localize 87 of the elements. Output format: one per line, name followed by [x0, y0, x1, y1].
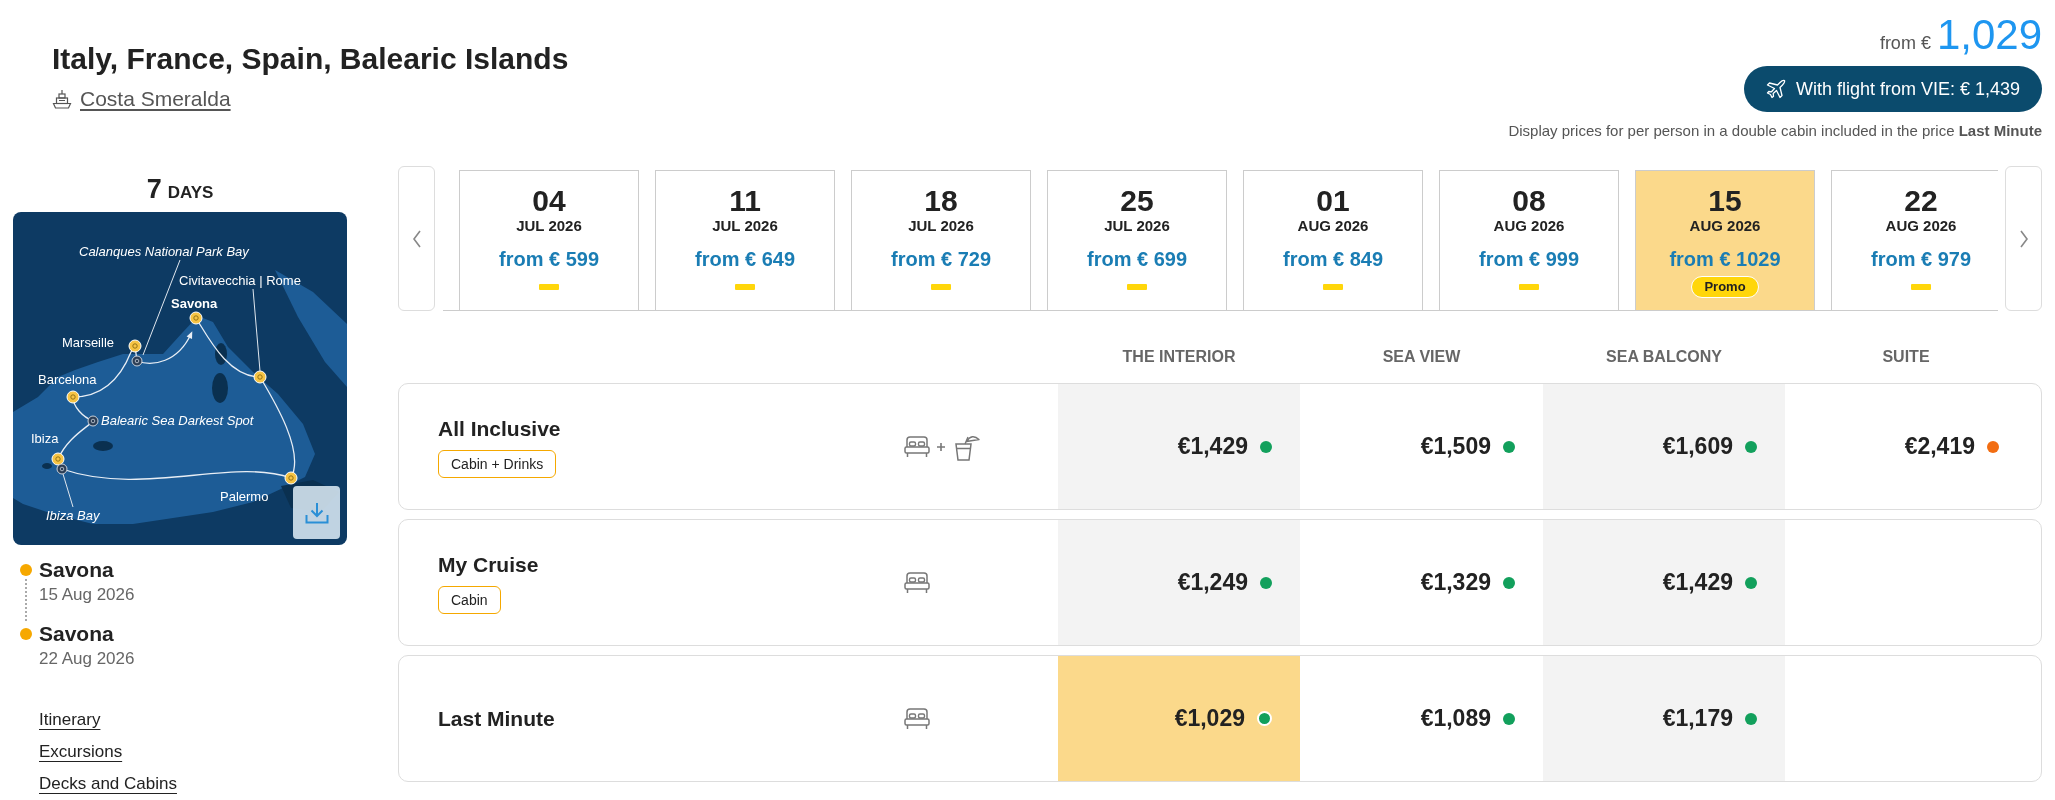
map-label: Savona: [171, 296, 218, 311]
download-button[interactable]: [293, 486, 340, 539]
map-label: Calanques National Park Bay: [79, 244, 249, 259]
island-drawing: [215, 343, 227, 365]
dash-icon: [1127, 284, 1147, 290]
date-card[interactable]: 04 JUL 2026 from € 599: [459, 170, 639, 310]
price-option[interactable]: €1,179: [1543, 656, 1785, 781]
price-option[interactable]: €1,429: [1543, 520, 1785, 645]
island-drawing: [93, 441, 113, 451]
dash-icon: [931, 284, 951, 290]
stop-marker-icon: [131, 355, 143, 367]
price-option[interactable]: €1,029: [1058, 656, 1300, 781]
package-tag: Cabin: [438, 585, 501, 614]
bed-icon: [904, 571, 930, 594]
duration-unit: DAYS: [167, 183, 214, 202]
price-amount: 1,029: [1936, 14, 2042, 56]
port-marker-icon: [253, 370, 267, 384]
bed-icon: [904, 435, 930, 458]
plus-icon: [936, 441, 946, 452]
map-label: Ibiza Bay: [46, 508, 100, 523]
price-option[interactable]: €1,609: [1543, 384, 1785, 509]
map-label: Palermo: [220, 489, 269, 504]
bed-icon: [904, 707, 930, 730]
price-option[interactable]: €1,509: [1300, 384, 1543, 509]
dash-icon: [1519, 284, 1539, 290]
dash-icon: [539, 284, 559, 290]
chevron-right-icon: [2018, 229, 2029, 248]
dash-icon: [1323, 284, 1343, 290]
map-label: Ibiza: [31, 431, 59, 446]
island-drawing: [42, 463, 52, 469]
promo-badge: Promo: [1691, 276, 1759, 298]
from-label: from €: [1879, 34, 1931, 52]
map-label: Barcelona: [38, 372, 97, 387]
price-option[interactable]: €2,419: [1785, 384, 2027, 509]
stop-date: 15 Aug 2026: [39, 584, 135, 606]
column-header: SUITE: [1881, 347, 1931, 367]
price-option[interactable]: €1,089: [1300, 656, 1543, 781]
flight-price-button[interactable]: With flight from VIE: € 1,439: [1743, 66, 2042, 112]
price-option[interactable]: €1,249: [1058, 520, 1300, 645]
previous-dates-button[interactable]: [398, 166, 435, 311]
fare-name: My Cruise: [438, 551, 539, 578]
chevron-left-icon: [411, 229, 422, 248]
section-link[interactable]: Decks and Cabins: [39, 773, 177, 795]
next-dates-button[interactable]: [2005, 166, 2042, 311]
stop-marker-icon: [87, 415, 99, 427]
price-option[interactable]: €1,429: [1058, 384, 1300, 509]
fare-name: All Inclusive: [438, 415, 561, 442]
column-header: SEA VIEW: [1381, 347, 1462, 367]
port-marker-icon: [189, 311, 203, 325]
map-label: Balearic Sea Darkest Spot: [101, 413, 254, 428]
timeline-dot-icon: [20, 628, 32, 640]
port-name: Savona: [39, 557, 115, 583]
leader-line: [62, 473, 74, 508]
plane-icon: [1765, 79, 1786, 99]
duration-number: 7: [146, 174, 162, 204]
price-note: Display prices for per person in a double cabin included in the price Last Minute: [1508, 122, 2042, 140]
dash-icon: [1911, 284, 1931, 290]
ship-link[interactable]: Costa Smeralda: [52, 86, 231, 112]
island-drawing: [212, 373, 228, 403]
section-link[interactable]: Itinerary: [39, 709, 101, 731]
ship-icon: [52, 89, 72, 109]
column-header: THE INTERIOR: [1121, 347, 1237, 367]
port-marker-icon: [128, 339, 142, 353]
map-label: Civitavecchia | Rome: [179, 273, 301, 288]
port-marker-icon: [66, 390, 80, 404]
column-header: SEA BALCONY: [1605, 347, 1723, 367]
port-marker-icon: [284, 471, 298, 485]
date-card[interactable]: 11 JUL 2026 from € 649: [655, 170, 835, 310]
section-link[interactable]: Excursions: [39, 741, 123, 763]
date-card[interactable]: 08 AUG 2026 from € 999: [1439, 170, 1619, 310]
date-card[interactable]: 25 JUL 2026 from € 699: [1047, 170, 1227, 310]
price-option[interactable]: €1,329: [1300, 520, 1543, 645]
date-card[interactable]: 22 AUG 2026 from € 979: [1831, 170, 1998, 310]
date-card[interactable]: 01 AUG 2026 from € 849: [1243, 170, 1423, 310]
package-tag: Cabin + Drinks: [438, 449, 557, 478]
cruise-title: Italy, France, Spain, Balearic Islands: [52, 42, 569, 76]
stop-marker-icon: [56, 463, 68, 475]
dash-icon: [735, 284, 755, 290]
port-marker-icon: [51, 452, 65, 466]
date-card[interactable]: 15 AUG 2026 from € 1029 Promo: [1635, 170, 1815, 310]
port-name: Savona: [39, 621, 115, 647]
stop-date: 22 Aug 2026: [39, 648, 135, 670]
date-card[interactable]: 18 JUL 2026 from € 729: [851, 170, 1031, 310]
download-icon: [304, 501, 329, 524]
map-label: Marseille: [62, 335, 114, 350]
fare-name: Last Minute: [438, 705, 555, 732]
timeline-dot-icon: [20, 564, 32, 576]
